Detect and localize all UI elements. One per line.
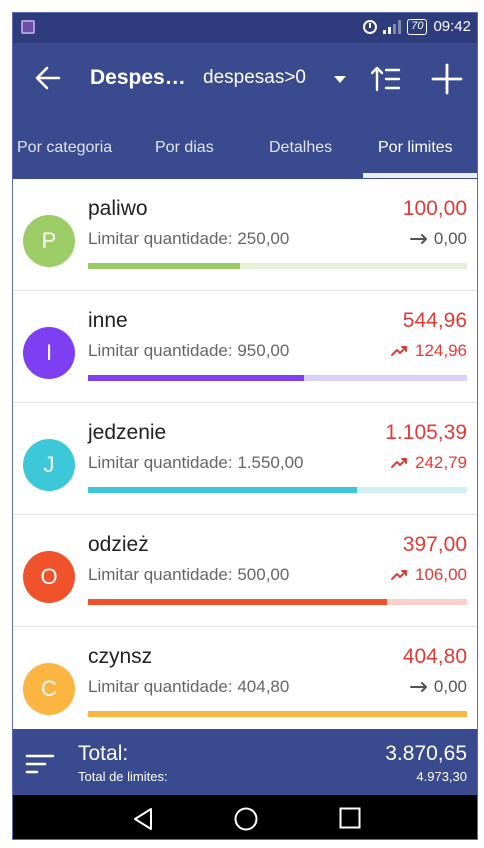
- delta: 106,00: [391, 565, 467, 585]
- limit-prefix: Limitar quantidade:: [88, 565, 233, 584]
- limit-line: Limitar quantidade: 950,00: [88, 341, 289, 361]
- totals-footer: Total: Total de limites: 3.870,65 4.973,…: [13, 729, 477, 795]
- delta-value: 124,96: [415, 341, 467, 360]
- category-avatar: I: [23, 327, 75, 379]
- progress-fill: [88, 711, 467, 717]
- limits-list: P paliwo Limitar quantidade: 250,00 100,…: [13, 179, 477, 739]
- tab-por-limites[interactable]: Por limites: [378, 139, 453, 157]
- category-name: czynsz: [88, 645, 153, 668]
- tab-detalhes[interactable]: Detalhes: [269, 139, 332, 157]
- progress-bar: [88, 375, 467, 381]
- tab-por-dias[interactable]: Por dias: [155, 139, 214, 157]
- limit-prefix: Limitar quantidade:: [88, 341, 233, 360]
- back-arrow-icon[interactable]: [35, 65, 61, 91]
- progress-fill: [88, 375, 305, 381]
- trending-up-icon: [391, 341, 409, 361]
- spent-amount: 544,96: [402, 309, 467, 332]
- alarm-icon: [363, 19, 378, 34]
- list-item[interactable]: C czynsz Limitar quantidade: 404,80 404,…: [13, 627, 477, 739]
- category-avatar: J: [23, 439, 75, 491]
- limit-prefix: Limitar quantidade:: [88, 677, 233, 696]
- arrow-right-icon: [409, 677, 428, 697]
- progress-bar: [88, 599, 467, 605]
- limit-value: 500,00: [237, 565, 290, 584]
- status-time: 09:42: [433, 18, 471, 35]
- limit-line: Limitar quantidade: 500,00: [88, 565, 289, 585]
- nav-home-icon[interactable]: [234, 807, 258, 831]
- limit-line: Limitar quantidade: 1.550,00: [88, 453, 304, 473]
- delta-value: 242,79: [415, 453, 467, 472]
- delta-value: 106,00: [415, 565, 467, 584]
- filter-dropdown[interactable]: despesas>0: [203, 67, 306, 89]
- category-name: inne: [88, 309, 128, 332]
- app-title: Despes…: [90, 66, 186, 89]
- category-avatar: C: [23, 663, 75, 715]
- limit-line: Limitar quantidade: 250,00: [88, 229, 289, 249]
- progress-bar: [88, 487, 467, 493]
- total-value: 3.870,65: [385, 742, 467, 765]
- delta-value: 0,00: [433, 677, 467, 696]
- nav-recents-icon[interactable]: [339, 807, 361, 829]
- add-icon[interactable]: [431, 63, 463, 95]
- delta: 124,96: [391, 341, 467, 361]
- progress-fill: [88, 263, 240, 269]
- gallery-notification-icon: [21, 20, 35, 34]
- limit-prefix: Limitar quantidade:: [88, 229, 233, 248]
- tab-por-categoria[interactable]: Por categoria: [17, 139, 112, 157]
- limit-value: 250,00: [237, 229, 290, 248]
- active-tab-indicator: [363, 173, 477, 178]
- sort-lines-icon[interactable]: [25, 753, 55, 775]
- limit-value: 404,80: [237, 677, 290, 696]
- list-item[interactable]: I inne Limitar quantidade: 950,00 544,96…: [13, 291, 477, 403]
- spent-amount: 100,00: [402, 197, 467, 220]
- progress-bar: [88, 711, 467, 717]
- sort-icon[interactable]: [371, 65, 401, 93]
- category-avatar: P: [23, 215, 75, 267]
- nav-back-icon[interactable]: [131, 807, 155, 831]
- limits-total-label: Total de limites:: [78, 769, 168, 784]
- system-nav-bar: [13, 795, 477, 839]
- app-bar: Despes… despesas>0: [13, 43, 477, 115]
- total-label: Total:: [78, 742, 129, 765]
- limit-value: 1.550,00: [237, 453, 304, 472]
- progress-bar: [88, 263, 467, 269]
- spent-amount: 1.105,39: [385, 421, 467, 444]
- progress-fill: [88, 487, 358, 493]
- limit-line: Limitar quantidade: 404,80: [88, 677, 289, 697]
- category-name: paliwo: [88, 197, 148, 220]
- delta: 0,00: [409, 229, 467, 249]
- spent-amount: 404,80: [402, 645, 467, 668]
- list-item[interactable]: J jedzenie Limitar quantidade: 1.550,00 …: [13, 403, 477, 515]
- list-item[interactable]: O odzież Limitar quantidade: 500,00 397,…: [13, 515, 477, 627]
- limits-total-value: 4.973,30: [416, 769, 467, 784]
- arrow-right-icon: [409, 229, 428, 249]
- signal-icon: [383, 19, 402, 34]
- category-name: jedzenie: [88, 421, 167, 444]
- delta-value: 0,00: [433, 229, 467, 248]
- phone-screen: 70 09:42 Despes… despesas>0 Por categori…: [12, 12, 478, 840]
- limit-prefix: Limitar quantidade:: [88, 453, 233, 472]
- category-avatar: O: [23, 551, 75, 603]
- tab-bar: Por categoria Por dias Detalhes Por limi…: [13, 115, 477, 179]
- dropdown-caret-icon[interactable]: [334, 76, 346, 83]
- list-item[interactable]: P paliwo Limitar quantidade: 250,00 100,…: [13, 179, 477, 291]
- category-name: odzież: [88, 533, 149, 556]
- limit-value: 950,00: [237, 341, 290, 360]
- trending-up-icon: [391, 565, 409, 585]
- status-bar: 70 09:42: [13, 13, 477, 43]
- battery-icon: 70: [407, 18, 428, 35]
- delta: 0,00: [409, 677, 467, 697]
- spent-amount: 397,00: [402, 533, 467, 556]
- progress-fill: [88, 599, 388, 605]
- trending-up-icon: [391, 453, 409, 473]
- delta: 242,79: [391, 453, 467, 473]
